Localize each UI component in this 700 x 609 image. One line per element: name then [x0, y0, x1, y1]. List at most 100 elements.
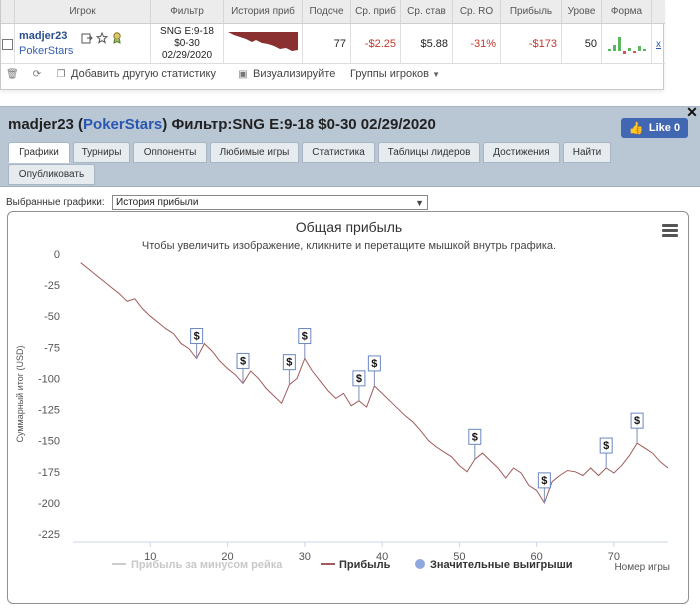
x-axis-label: Номер игры — [614, 562, 670, 573]
table-header-row: Игрок Фильтр История приб Подсче Ср. при… — [1, 0, 665, 24]
visualize-button[interactable]: ▣ Визуализируйте — [237, 64, 335, 88]
panel-network-link[interactable]: PokerStars — [83, 116, 162, 133]
filter-line-1: SNG E:9-18 — [160, 26, 214, 37]
tab-achievements[interactable]: Достижения — [483, 142, 560, 163]
like-label: Like 0 — [648, 122, 681, 134]
header-avg-profit[interactable]: Ср. приб — [351, 0, 401, 24]
panel-filter-text: Фильтр:SNG E:9-18 $0-30 02/29/2020 — [171, 116, 436, 133]
profit-chart[interactable]: Общая прибыль Чтобы увеличить изображение… — [7, 211, 689, 604]
y-tick-label: -25 — [44, 280, 60, 292]
player-groups-label: Группы игроков — [350, 68, 429, 80]
player-name-link[interactable]: madjer23 — [19, 29, 73, 44]
tab-favorite-games[interactable]: Любимые игры — [210, 142, 299, 163]
y-tick-label: -150 — [38, 436, 60, 448]
panel-title: madjer23 (PokerStars) Фильтр:SNG E:9-18 … — [8, 116, 436, 133]
add-stat-button[interactable]: ❐ Добавить другую статистику — [55, 64, 216, 88]
y-tick-label: -75 — [44, 342, 60, 354]
close-icon[interactable]: ✕ — [686, 105, 698, 119]
big-win-flag-label: $ — [286, 357, 292, 369]
filter-cell: SNG E:9-18 $0-30 02/29/2020 — [151, 24, 224, 64]
player-cell: madjer23 PokerStars — [15, 24, 151, 64]
export-icon[interactable] — [81, 32, 94, 44]
header-select-col — [1, 0, 15, 24]
remove-row-link[interactable]: x — [652, 24, 665, 64]
row-checkbox[interactable] — [2, 38, 13, 50]
legend-rake-free-label: Прибыль за минусом рейка — [131, 559, 283, 571]
big-win-flag-label: $ — [541, 475, 547, 487]
legend-big-wins-label: Значительные выигрыши — [430, 559, 573, 571]
big-win-flag-label: $ — [194, 331, 200, 343]
add-stat-label: Добавить другую статистику — [71, 68, 216, 80]
count-cell: 77 — [303, 24, 351, 64]
header-avg-roi[interactable]: Ср. RO — [453, 0, 501, 24]
chart-select[interactable]: История прибыли ▼ — [112, 195, 428, 210]
chevron-down-icon: ▼ — [415, 198, 424, 208]
avg-roi-cell: -31% — [453, 24, 501, 64]
header-level[interactable]: Урове — [562, 0, 602, 24]
tab-statistics[interactable]: Статистика — [302, 142, 375, 163]
y-tick-label: -50 — [44, 311, 60, 323]
refresh-button[interactable]: ⟳ — [31, 64, 47, 88]
selected-charts-label: Выбранные графики: — [6, 197, 105, 208]
copy-icon: ❐ — [56, 69, 66, 80]
header-avg-stake[interactable]: Ср. став — [401, 0, 453, 24]
form-cell — [602, 24, 652, 64]
chart-title: Общая прибыль — [296, 219, 402, 235]
delete-button[interactable]: 🗑 — [6, 64, 22, 88]
level-cell: 50 — [562, 24, 602, 64]
chevron-down-icon: ▼ — [432, 70, 440, 79]
header-count[interactable]: Подсче — [303, 0, 351, 24]
big-win-flag-label: $ — [356, 373, 362, 385]
filter-line-3: 02/29/2020 — [161, 50, 213, 61]
y-tick-label: -225 — [38, 529, 60, 541]
tab-find[interactable]: Найти — [563, 142, 611, 163]
header-player[interactable]: Игрок — [15, 0, 151, 24]
player-actions — [81, 32, 123, 44]
chart-select-value: История прибыли — [116, 197, 199, 208]
trash-icon: 🗑 — [6, 69, 19, 80]
tab-leaderboards[interactable]: Таблицы лидеров — [378, 142, 480, 163]
panel-player-name: madjer23 — [8, 116, 74, 133]
header-profit-history[interactable]: История приб — [224, 0, 303, 24]
tab-charts[interactable]: Графики — [8, 142, 70, 163]
panel-tabs: Графики Турниры Оппоненты Любимые игры С… — [0, 142, 700, 187]
stats-table: Игрок Фильтр История приб Подсче Ср. при… — [0, 0, 665, 90]
header-profit[interactable]: Прибыль — [501, 0, 562, 24]
player-panel-header: madjer23 (PokerStars) Фильтр:SNG E:9-18 … — [0, 106, 700, 142]
legend-big-wins-swatch — [415, 559, 425, 569]
chart-subtitle: Чтобы увеличить изображение, кликните и … — [142, 240, 556, 252]
avg-stake-cell: $5.88 — [401, 24, 453, 64]
header-form[interactable]: Форма — [602, 0, 652, 24]
big-win-flag-label: $ — [603, 440, 609, 452]
player-groups-dropdown[interactable]: Группы игроков ▼ — [350, 64, 440, 88]
y-tick-label: 0 — [54, 249, 60, 261]
achievement-badge-icon[interactable] — [111, 32, 123, 44]
refresh-icon: ⟳ — [32, 69, 42, 80]
tab-opponents[interactable]: Оппоненты — [133, 142, 207, 163]
y-axis-label: Суммарный итог (USD) — [15, 345, 25, 442]
y-tick-label: -200 — [38, 498, 60, 510]
legend-profit-label: Прибыль — [339, 559, 391, 571]
y-tick-label: -175 — [38, 467, 60, 479]
tab-publish[interactable]: Опубликовать — [8, 164, 95, 185]
thumbs-up-icon: 👍 — [628, 121, 644, 135]
big-win-flag-label: $ — [371, 358, 377, 370]
profit-history-sparkline[interactable] — [226, 29, 300, 59]
player-network-link[interactable]: PokerStars — [19, 44, 73, 59]
image-icon: ▣ — [238, 69, 248, 80]
form-chart[interactable] — [605, 31, 649, 57]
star-icon[interactable] — [96, 32, 109, 44]
x-tick-label: 30 — [299, 551, 311, 563]
filter-line-2: $0-30 — [174, 38, 200, 49]
y-tick-label: -125 — [38, 405, 60, 417]
chart-menu-icon[interactable] — [662, 224, 678, 238]
y-tick-label: -100 — [38, 373, 60, 385]
avg-profit-cell: -$2.25 — [351, 24, 401, 64]
profit-chart-svg[interactable]: Общая прибыль Чтобы увеличить изображение… — [8, 212, 689, 604]
tab-tournaments[interactable]: Турниры — [73, 142, 130, 163]
facebook-like-button[interactable]: 👍 Like 0 — [621, 118, 688, 138]
header-filter[interactable]: Фильтр — [151, 0, 224, 24]
big-win-flag-label: $ — [634, 415, 640, 427]
big-win-flag-label: $ — [240, 355, 246, 367]
player-info: madjer23 PokerStars — [19, 29, 73, 59]
